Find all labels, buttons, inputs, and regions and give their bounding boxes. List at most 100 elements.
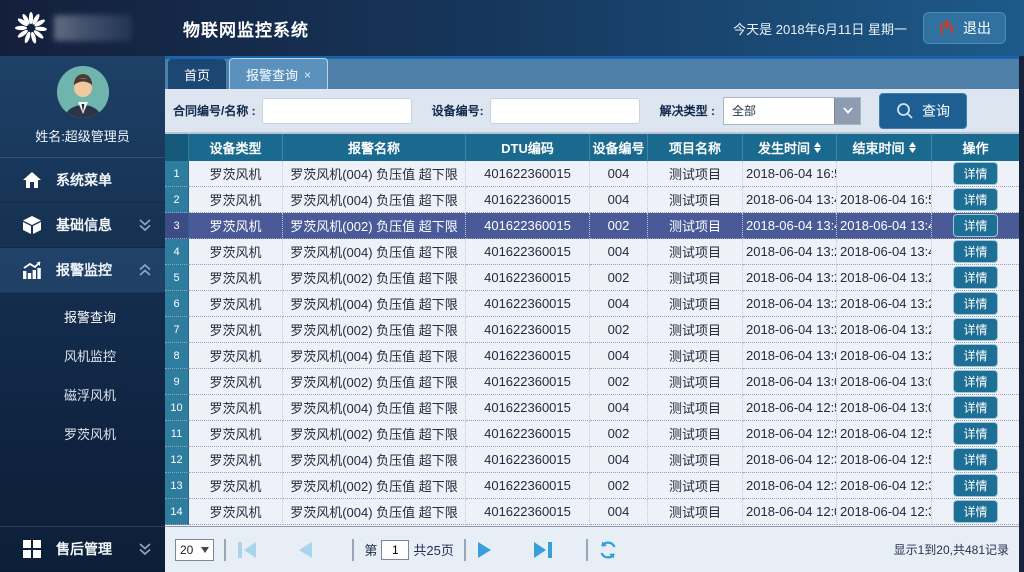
- table-cell: 002: [590, 473, 648, 499]
- sidebar-item-alarm-query[interactable]: 报警查询: [0, 297, 165, 336]
- table-cell: 2018-06-04 13:0: [837, 395, 932, 421]
- search-button[interactable]: 查询: [879, 93, 967, 129]
- table-cell: 401622360015: [466, 317, 590, 343]
- table-row[interactable]: 12罗茨风机罗茨风机(004) 负压值 超下限401622360015004测试…: [165, 447, 1019, 473]
- table-cell: 401622360015: [466, 161, 590, 187]
- table-row[interactable]: 9罗茨风机罗茨风机(002) 负压值 超下限401622360015002测试项…: [165, 369, 1019, 395]
- detail-button[interactable]: 详情: [953, 162, 997, 185]
- table-cell: 罗茨风机(004) 负压值 超下限: [283, 239, 466, 265]
- sidebar-item-alarm-monitor[interactable]: 报警监控: [0, 248, 165, 293]
- tab-alarm-query[interactable]: 报警查询 ×: [229, 58, 328, 89]
- detail-button[interactable]: 详情: [953, 344, 997, 367]
- chevron-down-icon: [201, 547, 209, 553]
- last-page-button[interactable]: [532, 541, 554, 559]
- search-icon: [896, 102, 914, 120]
- sidebar-item-system-menu[interactable]: 系统菜单: [0, 158, 165, 203]
- sidebar-item-basic-info[interactable]: 基础信息: [0, 203, 165, 248]
- table-row[interactable]: 8罗茨风机罗茨风机(004) 负压值 超下限401622360015004测试项…: [165, 343, 1019, 369]
- table-cell: 罗茨风机: [189, 265, 283, 291]
- table-row[interactable]: 5罗茨风机罗茨风机(002) 负压值 超下限401622360015002测试项…: [165, 265, 1019, 291]
- action-cell: 详情: [932, 161, 1019, 187]
- table-row[interactable]: 2罗茨风机罗茨风机(004) 负压值 超下限401622360015004测试项…: [165, 187, 1019, 213]
- col-dtu-code: DTU编码: [466, 134, 590, 161]
- table-cell: 2018-06-04 16:5: [837, 187, 932, 213]
- grid-icon: [22, 539, 42, 559]
- chevron-down-icon: [834, 98, 860, 124]
- logout-button[interactable]: 退出: [923, 12, 1006, 44]
- detail-button[interactable]: 详情: [953, 240, 997, 263]
- action-cell: 详情: [932, 239, 1019, 265]
- sidebar-item-fan-monitor[interactable]: 风机监控: [0, 336, 165, 375]
- table-cell: 罗茨风机(004) 负压值 超下限: [283, 291, 466, 317]
- detail-button[interactable]: 详情: [953, 500, 997, 523]
- solve-type-select[interactable]: 全部: [723, 97, 861, 125]
- table-cell: 2018-06-04 13:2: [837, 317, 932, 343]
- avatar: [57, 66, 109, 118]
- next-page-button[interactable]: [476, 541, 494, 559]
- detail-button[interactable]: 详情: [953, 474, 997, 497]
- table-row[interactable]: 4罗茨风机罗茨风机(004) 负压值 超下限401622360015004测试项…: [165, 239, 1019, 265]
- table-cell: 测试项目: [648, 343, 743, 369]
- row-number: 8: [165, 343, 189, 369]
- detail-button[interactable]: 详情: [953, 370, 997, 393]
- detail-button[interactable]: 详情: [953, 318, 997, 341]
- refresh-button[interactable]: [598, 540, 618, 560]
- table-row[interactable]: 13罗茨风机罗茨风机(002) 负压值 超下限401622360015002测试…: [165, 473, 1019, 499]
- table-cell: 罗茨风机(002) 负压值 超下限: [283, 213, 466, 239]
- solve-type-label: 解决类型 :: [660, 102, 715, 119]
- table-row[interactable]: 14罗茨风机罗茨风机(004) 负压值 超下限401622360015004测试…: [165, 499, 1019, 525]
- table-row[interactable]: 10罗茨风机罗茨风机(004) 负压值 超下限401622360015004测试…: [165, 395, 1019, 421]
- table-cell: 401622360015: [466, 447, 590, 473]
- table-row[interactable]: 11罗茨风机罗茨风机(002) 负压值 超下限401622360015002测试…: [165, 421, 1019, 447]
- table-cell: 测试项目: [648, 499, 743, 525]
- table-cell: 401622360015: [466, 291, 590, 317]
- tab-home[interactable]: 首页: [168, 59, 226, 89]
- table-cell: 004: [590, 187, 648, 213]
- table-cell: 测试项目: [648, 239, 743, 265]
- col-start-time-sort[interactable]: 发生时间: [743, 134, 837, 161]
- table-cell: 401622360015: [466, 369, 590, 395]
- table-row[interactable]: 3罗茨风机罗茨风机(002) 负压值 超下限401622360015002测试项…: [165, 213, 1019, 239]
- table-cell: 002: [590, 213, 648, 239]
- table-cell: 罗茨风机: [189, 161, 283, 187]
- detail-button[interactable]: 详情: [953, 292, 997, 315]
- table-row[interactable]: 6罗茨风机罗茨风机(004) 负压值 超下限401622360015004测试项…: [165, 291, 1019, 317]
- row-number: 4: [165, 239, 189, 265]
- table-row[interactable]: 7罗茨风机罗茨风机(002) 负压值 超下限401622360015002测试项…: [165, 317, 1019, 343]
- device-no-input[interactable]: [490, 98, 640, 124]
- date-text: 今天是 2018年6月11日 星期一: [733, 19, 907, 38]
- table-cell: 401622360015: [466, 187, 590, 213]
- close-tab-icon[interactable]: ×: [304, 68, 311, 82]
- table-cell: 2018-06-04 13:2: [743, 265, 837, 291]
- table-cell: 2018-06-04 13:2: [837, 343, 932, 369]
- last-page-icon: [532, 541, 554, 559]
- detail-button[interactable]: 详情: [953, 396, 997, 419]
- action-cell: 详情: [932, 369, 1019, 395]
- col-device-type: 设备类型: [189, 134, 283, 161]
- detail-button[interactable]: 详情: [953, 188, 997, 211]
- prev-page-button[interactable]: [296, 541, 314, 559]
- page-size-select[interactable]: 20: [175, 539, 214, 561]
- table-cell: 004: [590, 447, 648, 473]
- table-cell: 2018-06-04 13:2: [743, 239, 837, 265]
- table-cell: 2018-06-04 12:3: [837, 473, 932, 499]
- detail-button[interactable]: 详情: [953, 448, 997, 471]
- table-cell: 罗茨风机(004) 负压值 超下限: [283, 161, 466, 187]
- detail-button[interactable]: 详情: [953, 214, 997, 237]
- table-cell: 2018-06-04 12:5: [837, 421, 932, 447]
- first-page-button[interactable]: [236, 541, 258, 559]
- sidebar-item-maglev-fan[interactable]: 磁浮风机: [0, 375, 165, 414]
- table-cell: 测试项目: [648, 265, 743, 291]
- detail-button[interactable]: 详情: [953, 422, 997, 445]
- sidebar-item-after-sales[interactable]: 售后管理: [0, 527, 165, 572]
- row-number: 3: [165, 213, 189, 239]
- table-cell: 罗茨风机: [189, 317, 283, 343]
- table-cell: 2018-06-04 13:0: [743, 369, 837, 395]
- page-number-input[interactable]: [381, 540, 409, 560]
- detail-button[interactable]: 详情: [953, 266, 997, 289]
- sidebar-item-roots-fan[interactable]: 罗茨风机: [0, 414, 165, 453]
- table-row[interactable]: 1罗茨风机罗茨风机(004) 负压值 超下限401622360015004测试项…: [165, 161, 1019, 187]
- contract-input[interactable]: [262, 98, 412, 124]
- col-end-time-sort[interactable]: 结束时间: [837, 134, 932, 161]
- redacted-logo-text: [54, 15, 132, 41]
